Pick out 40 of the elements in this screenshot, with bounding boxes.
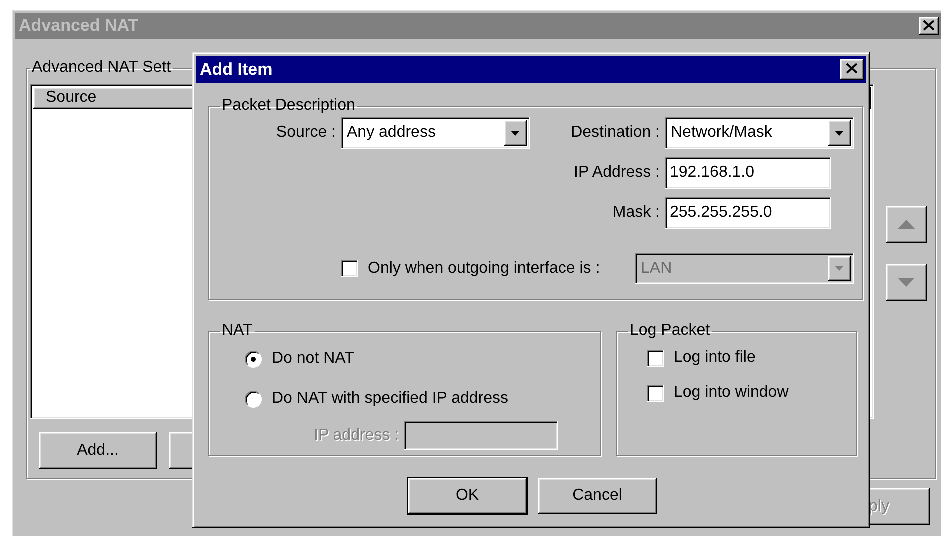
dropdown[interactable]: Any address <box>341 117 530 149</box>
close-button[interactable] <box>840 59 864 80</box>
window-title: Add Item <box>200 60 273 80</box>
checkbox-label: Only when outgoing interface is : <box>368 260 600 278</box>
move-down-button[interactable] <box>886 264 927 301</box>
radio-label: Do not NAT <box>272 350 354 368</box>
down-arrow-icon <box>898 278 915 286</box>
input-field[interactable]: 255.255.255.0 <box>665 197 831 229</box>
group-label: Advanced NAT Sett <box>31 59 172 77</box>
close-icon <box>923 20 935 31</box>
dropdown-arrow-button[interactable] <box>828 120 851 146</box>
caret-icon <box>511 130 520 136</box>
radio-button[interactable] <box>245 390 262 408</box>
close-icon <box>846 62 858 74</box>
caret-icon <box>835 130 844 136</box>
dropdown[interactable]: Network/Mask <box>665 117 854 149</box>
radio-label: Do NAT with specified IP address <box>272 390 509 408</box>
field-label: Mask : <box>612 203 660 223</box>
dropdown-arrow-button[interactable] <box>504 120 527 146</box>
up-arrow-icon <box>898 220 915 228</box>
checkbox[interactable] <box>647 350 664 366</box>
checkbox-label: Log into file <box>674 349 756 367</box>
group-label: Log Packet <box>629 322 712 340</box>
input-field[interactable]: 192.168.1.0 <box>665 157 831 189</box>
field-label: Source : <box>275 123 336 143</box>
field-label: Destination : <box>570 123 660 143</box>
window-title: Advanced NAT <box>19 16 139 36</box>
checkbox[interactable] <box>647 384 664 402</box>
radio-button[interactable] <box>245 350 262 368</box>
cancel-button[interactable]: Cancel <box>538 478 657 514</box>
field-label: IP Address : <box>573 163 660 183</box>
ok-button[interactable]: OK <box>408 478 527 514</box>
checkbox-label: Log into window <box>674 384 789 402</box>
group-label: Packet Description <box>221 97 356 115</box>
caret-icon <box>835 266 844 271</box>
move-up-button[interactable] <box>886 206 927 243</box>
add-button[interactable]: Add... <box>39 432 157 469</box>
field-label: IP address : <box>314 426 400 444</box>
group-label: NAT <box>221 322 254 340</box>
close-button[interactable] <box>919 17 939 35</box>
